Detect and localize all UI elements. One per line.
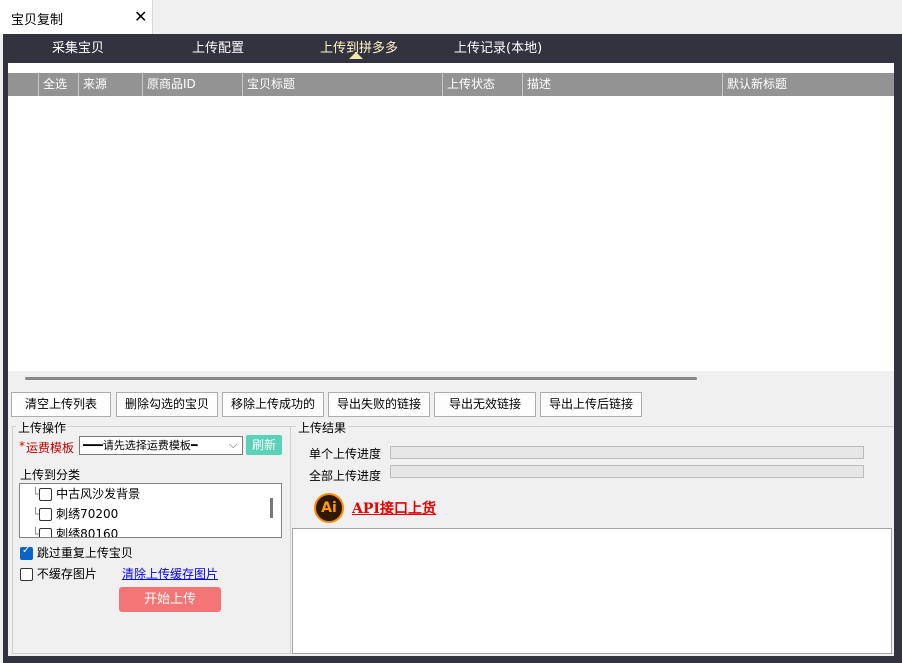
upload-result-log[interactable] bbox=[292, 528, 892, 654]
fee-template-label: 运费模板 bbox=[26, 441, 75, 455]
tree-item-label: 刺绣70200 bbox=[56, 507, 119, 521]
active-tab-caret-icon bbox=[349, 52, 363, 59]
grid-col-original-id[interactable]: 原商品ID bbox=[142, 73, 242, 96]
nav-tab-upload-config[interactable]: 上传配置 bbox=[192, 37, 244, 56]
grid-col-select-all[interactable]: 全选 bbox=[38, 73, 78, 96]
ai-logo-icon: Ai bbox=[314, 493, 344, 523]
checkbox-checked-icon[interactable]: ✓ bbox=[20, 545, 33, 560]
api-upload-link[interactable]: API接口上货 bbox=[352, 498, 436, 518]
single-progress-bar bbox=[390, 446, 864, 459]
remove-success-button[interactable]: 移除上传成功的 bbox=[222, 392, 324, 417]
tree-connector-icon: └ bbox=[32, 487, 40, 501]
clear-cache-link[interactable]: 清除上传缓存图片 bbox=[122, 565, 218, 582]
upload-ops-title: 上传操作 bbox=[16, 419, 69, 436]
start-upload-button[interactable]: 开始上传 bbox=[119, 587, 221, 612]
tree-item-label: 刺绣80160 bbox=[56, 527, 119, 538]
skip-duplicate-checkbox[interactable]: ✓ 跳过重复上传宝贝 bbox=[20, 544, 133, 560]
checkbox-icon[interactable] bbox=[39, 488, 53, 501]
grid-col-upload-status[interactable]: 上传状态 bbox=[442, 73, 522, 96]
grid-hscroll-thumb[interactable] bbox=[25, 377, 697, 380]
grid-col-row-indicator bbox=[8, 73, 38, 96]
tree-connector-icon: └ bbox=[32, 527, 40, 538]
grid-col-source[interactable]: 来源 bbox=[78, 73, 142, 96]
category-label: 上传到分类 bbox=[20, 468, 81, 482]
refresh-button[interactable]: 刷新 bbox=[246, 435, 282, 455]
fee-template-select[interactable]: ━━━请先选择运费模板━ bbox=[79, 436, 243, 455]
tree-item[interactable]: └ 刺绣70200 bbox=[20, 504, 118, 524]
tree-item[interactable]: └ 刺绣80160 bbox=[20, 524, 119, 538]
window-tab-title: 宝贝复制 bbox=[11, 13, 64, 28]
grid-col-description[interactable]: 描述 bbox=[522, 73, 722, 96]
grid-col-default-new-title[interactable]: 默认新标题 bbox=[722, 73, 894, 96]
upload-result-title: 上传结果 bbox=[296, 419, 349, 436]
fee-required-mark: * bbox=[19, 439, 25, 453]
category-tree[interactable]: └ 中古风沙发背景 └ 刺绣70200 └ 刺绣80160 bbox=[19, 483, 282, 538]
tree-item[interactable]: └ 中古风沙发背景 bbox=[20, 484, 140, 504]
checkbox-icon[interactable] bbox=[20, 568, 33, 581]
export-failed-button[interactable]: 导出失败的链接 bbox=[328, 392, 430, 417]
all-progress-bar bbox=[390, 465, 864, 478]
fee-template-select-value: ━━━请先选择运费模板━ bbox=[83, 439, 198, 452]
tree-vscroll-thumb[interactable] bbox=[270, 498, 273, 518]
delete-checked-button[interactable]: 删除勾选的宝贝 bbox=[116, 392, 218, 417]
grid-top-gap bbox=[8, 63, 894, 73]
chevron-down-icon: ⌵ bbox=[229, 438, 238, 451]
nav-tab-collect[interactable]: 采集宝贝 bbox=[52, 37, 104, 56]
tree-connector-icon: └ bbox=[32, 507, 40, 521]
no-cache-images-label: 不缓存图片 bbox=[36, 567, 97, 581]
window-tab[interactable]: 宝贝复制 ✕ bbox=[0, 0, 153, 34]
export-invalid-button[interactable]: 导出无效链接 bbox=[434, 392, 536, 417]
checkbox-icon[interactable] bbox=[39, 528, 53, 537]
no-cache-images-checkbox[interactable]: 不缓存图片 bbox=[20, 565, 97, 581]
tree-item-label: 中古风沙发背景 bbox=[56, 487, 141, 501]
export-uploaded-button[interactable]: 导出上传后链接 bbox=[540, 392, 642, 417]
close-icon[interactable]: ✕ bbox=[134, 7, 147, 26]
skip-duplicate-label: 跳过重复上传宝贝 bbox=[36, 546, 133, 560]
grid-header: 全选 来源 原商品ID 宝贝标题 上传状态 描述 默认新标题 bbox=[8, 73, 894, 96]
nav-tab-upload-history[interactable]: 上传记录(本地) bbox=[454, 37, 542, 56]
grid-col-title[interactable]: 宝贝标题 bbox=[242, 73, 442, 96]
checkbox-icon[interactable] bbox=[39, 508, 53, 521]
grid-body[interactable] bbox=[8, 96, 894, 371]
upload-ops-group bbox=[12, 426, 290, 654]
clear-list-button[interactable]: 清空上传列表 bbox=[11, 392, 111, 417]
all-progress-label: 全部上传进度 bbox=[309, 469, 382, 483]
single-progress-label: 单个上传进度 bbox=[309, 447, 382, 461]
